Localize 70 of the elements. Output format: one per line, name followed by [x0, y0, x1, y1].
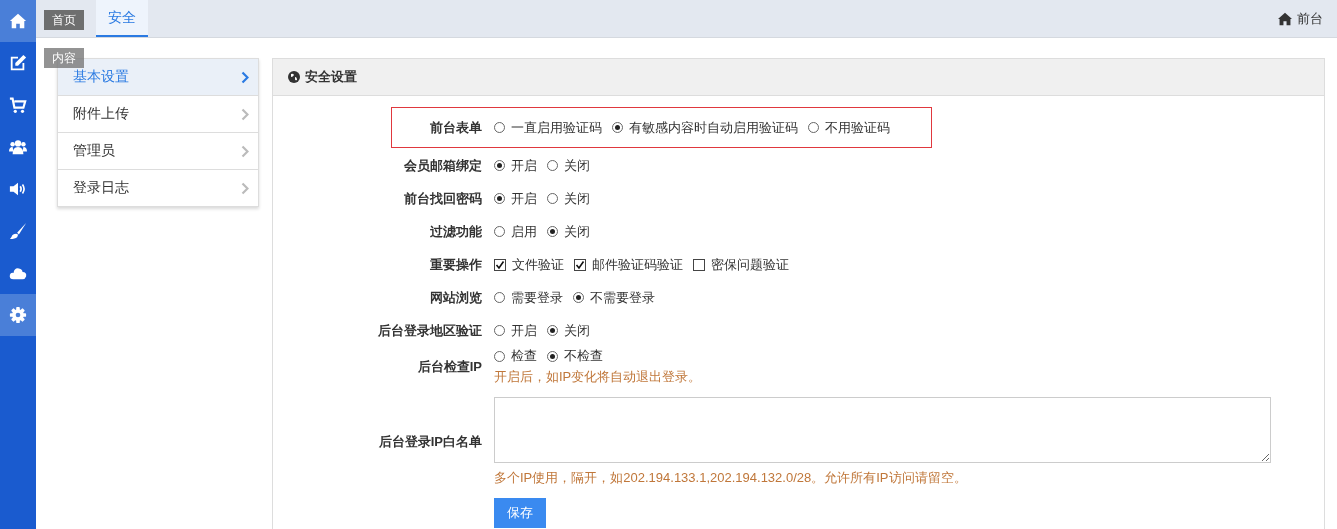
chevron-icon [241, 70, 249, 84]
cart-icon [9, 96, 27, 114]
speaker-icon [9, 180, 27, 198]
option-label: 一直启用验证码 [511, 118, 602, 137]
frontend-link[interactable]: 前台 [1277, 0, 1323, 37]
menu-item[interactable]: 附件上传 [58, 96, 258, 133]
field-label: 前台找回密码 [403, 189, 482, 208]
radio-button[interactable] [494, 160, 505, 171]
option-label: 启用 [511, 222, 537, 241]
option-label: 检查 [511, 347, 537, 365]
field-label: 后台检查IP [416, 357, 482, 376]
tooltip: 内容 [44, 48, 84, 68]
option-label: 有敏感内容时自动启用验证码 [629, 118, 798, 137]
radio-button[interactable] [612, 122, 623, 133]
edit-icon [9, 54, 27, 72]
radio-button[interactable] [547, 193, 558, 204]
hint-text: 多个IP使用，隔开，如202.194.133.1,202.194.132.0/28。允许所有IP访问请留空。 [494, 469, 968, 487]
checkbox[interactable] [693, 258, 705, 271]
tooltip: 首页 [44, 10, 84, 30]
option-label: 关闭 [564, 321, 590, 340]
radio-button[interactable] [494, 292, 505, 303]
field-label: 会员邮箱绑定 [403, 156, 482, 175]
radio-button[interactable] [573, 292, 584, 303]
chevron-icon [241, 144, 249, 158]
option-label: 关闭 [564, 222, 590, 241]
tab[interactable]: 安全 [96, 0, 148, 37]
option-label: 不需要登录 [590, 288, 655, 307]
menu-item[interactable]: 管理员 [58, 133, 258, 170]
radio-button[interactable] [494, 325, 505, 336]
option-label: 不用验证码 [825, 118, 890, 137]
field-label: 重要操作 [429, 255, 482, 274]
option-label: 关闭 [564, 156, 590, 175]
field-label: 前台表单 [429, 118, 482, 137]
checkbox[interactable] [574, 258, 586, 271]
chevron-icon [241, 107, 249, 121]
sidebar-item[interactable] [0, 0, 36, 42]
option-label: 开启 [511, 321, 537, 340]
panel-title: 安全设置 [305, 68, 357, 86]
chevron-icon [241, 181, 249, 195]
option-label: 不检查 [564, 347, 603, 365]
radio-button[interactable] [547, 350, 558, 362]
field-label: 后台登录地区验证 [377, 321, 482, 340]
radio-button[interactable] [494, 193, 505, 204]
field-label: 后台登录IP白名单 [377, 433, 482, 451]
settings-icon [9, 306, 27, 324]
radio-button[interactable] [494, 226, 505, 237]
input-field[interactable] [494, 397, 1271, 463]
radio-button[interactable] [808, 122, 819, 133]
option-label: 文件验证 [512, 255, 564, 274]
radio-button[interactable] [494, 122, 505, 133]
option-label: 关闭 [564, 189, 590, 208]
radio-button[interactable] [547, 325, 558, 336]
option-label: 邮件验证码验证 [592, 255, 683, 274]
home-icon [9, 12, 27, 30]
radio-button[interactable] [494, 350, 505, 362]
sidebar-item[interactable] [0, 294, 36, 336]
radio-button[interactable] [547, 160, 558, 171]
globe-icon [288, 71, 300, 83]
hint-text: 开启后，如IP变化将自动退出登录。 [494, 368, 702, 386]
option-label: 需要登录 [511, 288, 563, 307]
users-icon [9, 138, 27, 156]
checkbox[interactable] [494, 258, 506, 271]
field-label: 网站浏览 [429, 288, 482, 307]
field-label: 过滤功能 [429, 222, 482, 241]
menu-item[interactable]: 登录日志 [58, 170, 258, 206]
radio-button[interactable] [547, 226, 558, 237]
option-label: 开启 [511, 189, 537, 208]
option-label: 开启 [511, 156, 537, 175]
option-label: 密保问题验证 [711, 255, 789, 274]
home-icon [1277, 11, 1293, 26]
